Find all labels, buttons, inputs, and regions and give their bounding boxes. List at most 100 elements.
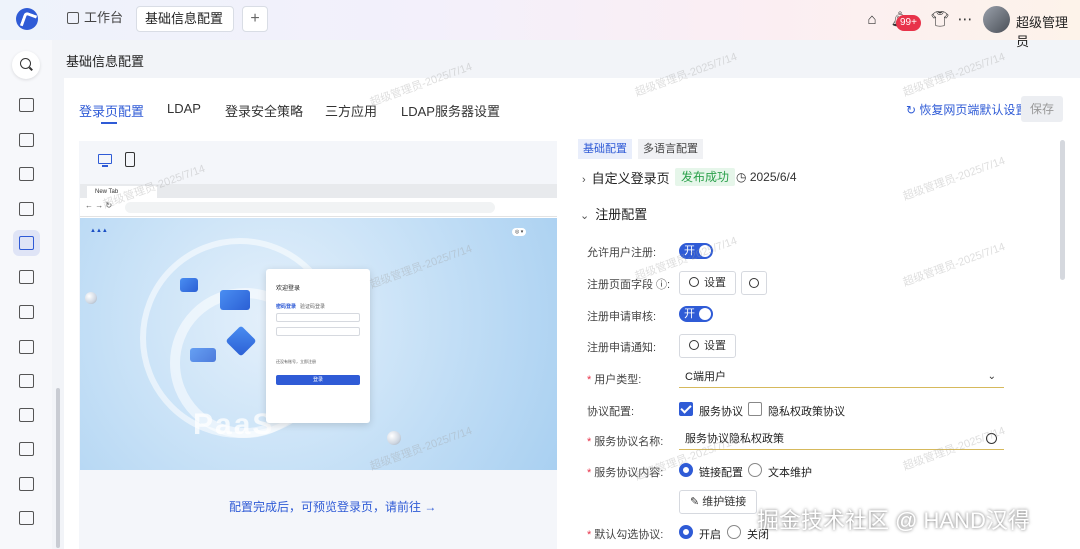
browser-url-field [125, 202, 495, 213]
required-mark: * [587, 436, 592, 448]
publish-date-value: 2025/6/4 [749, 170, 797, 184]
sidebar-item-folder-icon[interactable] [19, 511, 34, 525]
agreement-name-value: 服务协议隐私权政策 [685, 433, 784, 445]
required-mark: * [587, 374, 592, 386]
tab-workbench-label: 工作台 [84, 10, 124, 25]
avatar[interactable] [983, 6, 1010, 33]
text-maintain-radio[interactable] [748, 463, 762, 477]
user-name[interactable]: 超级管理员 [1016, 12, 1080, 50]
text-maintain-label: 文本维护 [768, 467, 812, 479]
sidebar-item-org-icon[interactable] [19, 340, 34, 354]
decorative-bubble [85, 292, 97, 304]
preview-tip-link[interactable]: 配置完成后，可预览登录页，请前往 → [229, 498, 436, 515]
gear-icon [689, 277, 699, 287]
chevron-right-icon: › [582, 174, 586, 186]
subtab-basic[interactable]: 基础配置 [578, 139, 632, 159]
save-button[interactable]: 保存 [1021, 96, 1063, 122]
user-type-select[interactable]: C端用户 ⌄ [679, 366, 1004, 388]
arrow-right-icon: → [421, 500, 437, 514]
tab-login-page[interactable]: 登录页配置 [79, 101, 144, 124]
custom-login-label: 自定义登录页 [591, 171, 670, 186]
agreement-content-label-text: 服务协议内容: [594, 467, 664, 479]
content-scrollbar[interactable] [1060, 140, 1065, 280]
maintain-link-button[interactable]: ✎ 维护链接 [679, 490, 757, 514]
mobile-icon[interactable] [125, 152, 135, 167]
shirt-icon[interactable]: 👕︎ [930, 10, 950, 30]
enable-label: 开启 [699, 529, 721, 541]
sidebar-item-code-icon[interactable] [19, 98, 34, 112]
add-tab-button[interactable]: + [242, 6, 268, 32]
sidebar-item-monitor-icon[interactable] [19, 305, 34, 319]
tab-ldap[interactable]: LDAP [167, 101, 201, 116]
agreement-name-input[interactable]: 服务协议隐私权政策 [679, 428, 1004, 450]
brand-watermark: 掘金技术社区 @ HAND汉得 [757, 508, 1030, 533]
login-preview-content: ▲▲▲ ◎ ▾ PaaS 欢迎登录 密码登录 验证码登录 还没有账号，立即注册 登… [80, 218, 557, 470]
globe-icon [749, 278, 759, 288]
register-fields-label-text: 注册页面字段 [587, 279, 653, 291]
service-agreement-label: 服务协议 [699, 406, 743, 418]
register-fields-settings-button[interactable]: 设置 [679, 271, 736, 295]
login-tabs: 密码登录 验证码登录 [276, 303, 325, 310]
sidebar-scrollbar[interactable] [56, 388, 60, 548]
desktop-icon[interactable] [98, 154, 112, 167]
login-tab-password: 密码登录 [276, 304, 297, 310]
browser-tabbar: New Tab [80, 184, 557, 198]
chevron-down-icon: ⌄ [987, 371, 996, 382]
more-icon[interactable]: ⋯ [955, 10, 975, 30]
restore-default-link[interactable]: ↻ 恢复网页端默认设置 [906, 101, 1027, 118]
register-review-toggle[interactable]: 开 [679, 306, 713, 322]
login-username-field [276, 313, 360, 322]
privacy-policy-checkbox[interactable] [748, 402, 762, 416]
publish-status-badge: 发布成功 [675, 168, 736, 186]
service-agreement-checkbox[interactable] [679, 402, 693, 416]
home-icon[interactable]: ⌂ [862, 10, 882, 30]
sidebar-item-code-icon[interactable] [19, 202, 34, 216]
tab-basic-info-label: 基础信息配置 [145, 11, 224, 26]
tab-workbench[interactable]: 工作台 [60, 6, 130, 32]
subtab-multilang[interactable]: 多语言配置 [638, 139, 703, 159]
sidebar-item-mail-icon[interactable] [19, 408, 34, 422]
sidebar-item-code-icon[interactable] [19, 167, 34, 181]
app-logo[interactable] [16, 8, 38, 30]
globe-button[interactable] [741, 271, 767, 295]
link-config-radio[interactable] [679, 463, 693, 477]
refresh-icon: ↻ [906, 103, 920, 117]
search-icon[interactable] [12, 51, 40, 79]
notification-badge: 99+ [896, 15, 921, 31]
clock-icon: ◷ [736, 170, 750, 184]
paas-text: PaaS [193, 408, 275, 441]
restore-label: 恢复网页端默认设置 [919, 103, 1028, 117]
edit-icon: ✎ [690, 496, 703, 508]
agreement-content-label: * 服务协议内容: [587, 464, 663, 480]
tab-ldap-server[interactable]: LDAP服务器设置 [401, 101, 500, 120]
globe-icon[interactable] [986, 433, 997, 444]
default-check-disable-radio[interactable] [727, 525, 741, 539]
browser-nav-icons: ← → ↻ [85, 201, 113, 210]
browser-preview: New Tab ← → ↻ ▲▲▲ ◎ ▾ PaaS 欢迎登录 密码登录 验证码登… [80, 184, 557, 470]
login-password-field [276, 327, 360, 336]
tab-third-party[interactable]: 三方应用 [325, 101, 377, 120]
default-check-enable-radio[interactable] [679, 525, 693, 539]
browser-tab: New Tab [87, 186, 157, 198]
user-type-value: C端用户 [685, 371, 726, 383]
top-bar: 工作台 基础信息配置 + ⌂ 🔔︎ 99+ 👕︎ ⋯ 超级管理员 [0, 0, 1080, 49]
gear-icon [689, 340, 699, 350]
sidebar-item-active-icon[interactable] [13, 230, 40, 256]
default-check-label: * 默认勾选协议: [587, 526, 663, 542]
login-tab-code: 验证码登录 [300, 304, 326, 310]
decorative-cube [180, 278, 198, 292]
browser-address-bar: ← → ↻ [80, 198, 557, 217]
custom-login-section[interactable]: › 自定义登录页 [582, 168, 670, 187]
sidebar-item-chart-icon[interactable] [19, 442, 34, 456]
sidebar-item-list-icon[interactable] [19, 477, 34, 491]
required-mark: * [587, 467, 592, 479]
sidebar-item-code-icon[interactable] [19, 374, 34, 388]
tab-login-security[interactable]: 登录安全策略 [225, 101, 303, 120]
sidebar-item-table-icon[interactable] [19, 133, 34, 147]
register-section[interactable]: ⌄ 注册配置 [580, 204, 647, 223]
settings-label: 设置 [704, 340, 726, 352]
allow-register-toggle[interactable]: 开 [679, 243, 713, 259]
register-notify-settings-button[interactable]: 设置 [679, 334, 736, 358]
sidebar-item-monitor-icon[interactable] [19, 270, 34, 284]
tab-basic-info[interactable]: 基础信息配置 [136, 6, 234, 32]
